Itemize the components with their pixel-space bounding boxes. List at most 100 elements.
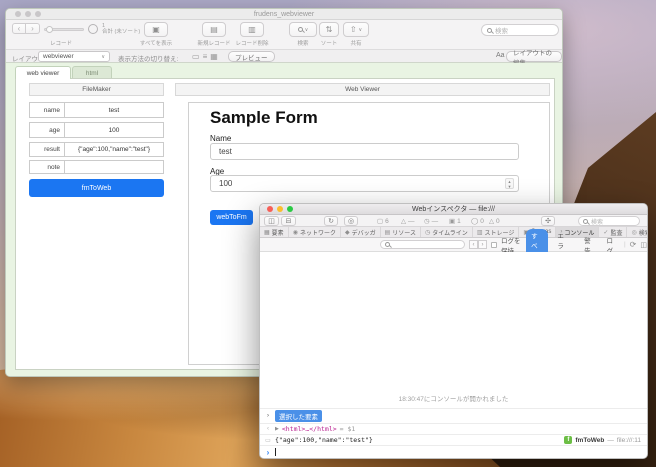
console-prompt-row[interactable]: ›: [260, 445, 647, 458]
dock-bottom-button[interactable]: ⊟: [281, 216, 296, 226]
show-all-label: すべてを表示: [132, 39, 180, 47]
age-field[interactable]: 100 ▴ ▾: [210, 175, 519, 192]
field-row-name: name test: [29, 102, 164, 118]
chevron-down-icon: ∨: [101, 54, 105, 60]
find-button[interactable]: ∨: [289, 22, 317, 37]
search-icon: [487, 28, 492, 33]
name-field[interactable]: test: [210, 143, 519, 160]
tab-debugger[interactable]: ◆デバッガ: [341, 227, 381, 237]
warning-icon: △: [489, 217, 494, 225]
field-label: result: [29, 142, 65, 157]
tab-elements[interactable]: ▦要素: [260, 227, 289, 237]
dash: —: [607, 437, 614, 444]
web-viewer-header: Web Viewer: [175, 83, 550, 96]
preserve-log-checkbox[interactable]: [491, 242, 497, 248]
console-filter-field[interactable]: [380, 240, 465, 249]
field-input[interactable]: 100: [65, 122, 164, 138]
layout-dropdown[interactable]: webviewer ∨: [38, 51, 110, 62]
record-pie-icon[interactable]: [88, 24, 98, 34]
new-record-button[interactable]: ▤: [202, 22, 226, 37]
elements-icon: ▦: [264, 229, 270, 236]
console-row-log[interactable]: ▭ {"age":100,"name":"test"} f fmToWeb — …: [260, 434, 647, 445]
field-input[interactable]: [65, 160, 164, 174]
previous-result-button[interactable]: ‹: [469, 240, 478, 249]
fm-to-web-button[interactable]: fmToWeb: [29, 179, 164, 197]
list-view-icon[interactable]: ≡: [203, 52, 208, 61]
resource-count[interactable]: ▢6: [377, 217, 389, 225]
network-icon: ◉: [293, 229, 298, 236]
dock-side-button[interactable]: ◫: [264, 216, 279, 226]
log-source-location[interactable]: file:///:11: [617, 437, 641, 444]
search-icon: [583, 219, 588, 224]
filemaker-toolbar: ‹ › 1 合計 (未ソート) レコード ▣ すべてを表示 ▤ 新規レコード ▥…: [6, 20, 562, 49]
error-count[interactable]: ◯0: [471, 217, 484, 225]
edit-layout-button[interactable]: レイアウトの編集: [506, 51, 562, 62]
preview-button[interactable]: プレビュー: [228, 51, 275, 62]
reload-icon: ↻: [328, 217, 334, 225]
table-view-icon[interactable]: ▦: [210, 52, 218, 61]
trash-icon[interactable]: ◫: [640, 241, 647, 249]
share-dropdown-icon: ∨: [359, 27, 363, 33]
refresh-icon[interactable]: ⟳: [630, 240, 637, 249]
record-label: レコード: [36, 39, 86, 47]
quick-find-field[interactable]: 検索: [481, 24, 559, 36]
filemaker-section-header: FileMaker: [29, 83, 164, 96]
selected-element-badge[interactable]: 選択した要素: [275, 410, 322, 422]
field-row-result: result {"age":100,"name":"test"}: [29, 142, 164, 157]
console-message-count[interactable]: ▣1: [449, 217, 461, 225]
console-row-html-element[interactable]: ‹ ▶ <html>…</html> = $1: [260, 423, 647, 434]
tab-resources[interactable]: ▤リソース: [381, 227, 421, 237]
tab-timelines[interactable]: ◷タイムライン: [421, 227, 473, 237]
web-to-fm-button[interactable]: webToFm: [210, 210, 253, 225]
stepper-down-icon[interactable]: ▾: [508, 184, 510, 189]
document-icon: ▢: [377, 217, 383, 225]
share-button[interactable]: ⇧∨: [343, 22, 369, 37]
issue-count[interactable]: △—: [401, 217, 415, 225]
chevron-icon: ›: [264, 413, 272, 419]
new-record-icon: ▤: [210, 25, 218, 34]
next-result-button[interactable]: ›: [478, 240, 487, 249]
element-picker-button[interactable]: ◎: [344, 216, 358, 226]
console-row-selected-element[interactable]: › 選択した要素: [260, 408, 647, 423]
field-input[interactable]: {"age":100,"name":"test"}: [65, 142, 164, 157]
filemaker-titlebar[interactable]: frudens_webviewer: [6, 9, 562, 20]
next-record-button[interactable]: ›: [26, 23, 40, 34]
form-title: Sample Form: [210, 108, 318, 128]
sort-button[interactable]: ⇅: [319, 22, 339, 37]
log-message[interactable]: {"age":100,"name":"test"}: [275, 436, 373, 444]
clock-icon: ◷: [424, 217, 430, 225]
window-title: frudens_webviewer: [6, 11, 562, 18]
formatting-icon[interactable]: Aa: [496, 52, 505, 59]
quick-find-placeholder: 検索: [495, 25, 508, 35]
tab-network[interactable]: ◉ネットワーク: [289, 227, 341, 237]
number-stepper[interactable]: ▴ ▾: [505, 178, 514, 189]
search-icon: [385, 242, 390, 247]
inspector-search-field[interactable]: 検索: [578, 216, 640, 226]
inspector-settings-button[interactable]: ✣: [541, 216, 555, 226]
delete-record-button[interactable]: ▥: [240, 22, 264, 37]
form-view-icon[interactable]: ▭: [192, 52, 200, 61]
function-badge: f: [564, 436, 572, 444]
warning-count[interactable]: △0: [489, 217, 500, 225]
tab-search[interactable]: ◎検索: [627, 227, 647, 237]
previous-record-button[interactable]: ‹: [12, 23, 26, 34]
tab-web-viewer[interactable]: web viewer: [15, 66, 71, 79]
console-panel: 18:30:47にコンソールが開かれました › 選択した要素 ‹ ▶ <html…: [260, 252, 647, 458]
field-input[interactable]: test: [65, 102, 164, 118]
reload-button[interactable]: ↻: [324, 216, 338, 226]
show-all-button[interactable]: ▣: [144, 22, 168, 37]
log-icon: ▭: [264, 437, 272, 444]
record-slider-knob[interactable]: [46, 26, 53, 33]
inspector-titlebar[interactable]: Webインスペクタ — file:///: [260, 204, 647, 215]
view-switch-icons: ▭ ≡ ▦: [192, 52, 218, 61]
layout-dropdown-value: webviewer: [43, 53, 74, 60]
saved-result-variable: = $1: [340, 425, 356, 433]
html-element-log[interactable]: <html>…</html>: [282, 425, 337, 433]
log-source-function[interactable]: fmToWeb: [575, 437, 604, 444]
disclosure-triangle-icon[interactable]: ▶: [275, 426, 279, 432]
text-cursor: [275, 448, 276, 456]
load-time[interactable]: ◷—: [424, 217, 438, 225]
delete-record-icon: ▥: [248, 25, 256, 34]
age-value: 100: [219, 179, 232, 188]
console-opened-message: 18:30:47にコンソールが開かれました: [260, 390, 647, 408]
